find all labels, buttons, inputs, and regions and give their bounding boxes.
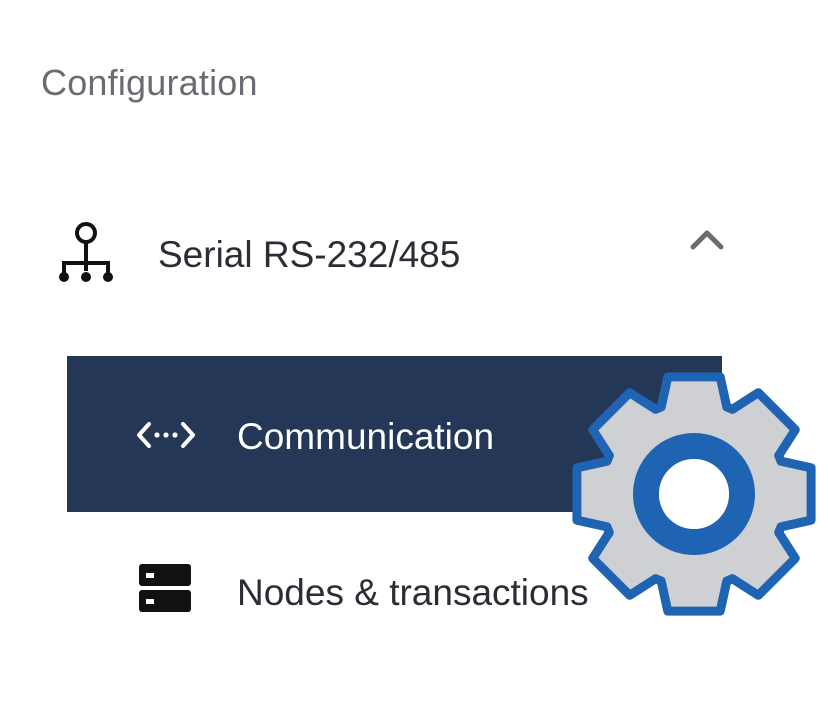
nav-item-label: Communication (237, 416, 495, 457)
chevron-up-icon[interactable] (687, 223, 727, 253)
network-tree-icon (59, 222, 113, 282)
nav-item-label: Nodes & transactions (237, 572, 589, 613)
code-arrows-icon (137, 422, 195, 448)
serial-group-header[interactable]: Serial RS-232/485 (0, 205, 760, 305)
serial-group-label: Serial RS-232/485 (158, 234, 461, 275)
section-title: Configuration (41, 62, 258, 103)
configuration-panel: Configuration Serial RS-232/485 Communic… (0, 0, 828, 709)
gear-icon (572, 372, 816, 616)
server-icon (139, 564, 191, 612)
